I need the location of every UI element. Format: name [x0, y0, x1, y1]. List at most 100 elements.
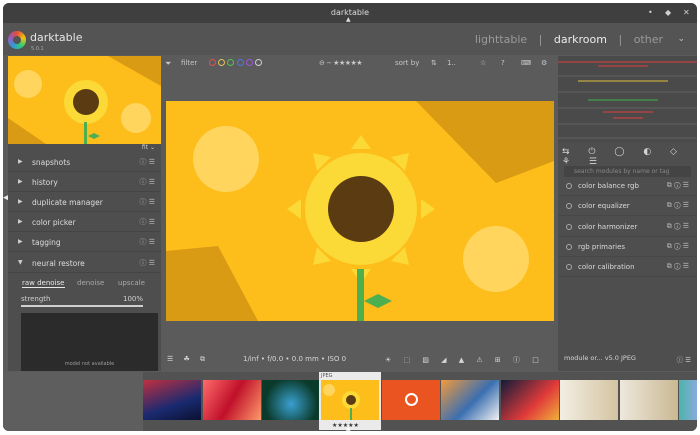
view-lighttable[interactable]: lighttable: [475, 33, 527, 46]
tab-denoise[interactable]: denoise: [77, 279, 104, 287]
module-color-harmonizer[interactable]: color harmonizer ⧉ ⓘ ☰: [558, 218, 697, 237]
module-menu-icons[interactable]: ⧉ ⓘ ☰: [667, 262, 689, 271]
module-toggle-icon[interactable]: [566, 244, 572, 250]
collapsed-arrow-icon: ▶: [18, 238, 23, 245]
right-panel: ⇆ ⏻ ◯ ◐ ◇ ⚘ ☰ search modules by name or …: [558, 56, 697, 371]
module-color-balance-rgb[interactable]: color balance rgb ⧉ ⓘ ☰: [558, 177, 697, 196]
navigation-thumbnail[interactable]: [8, 56, 161, 144]
filter-funnel-icon[interactable]: ⏷: [165, 59, 171, 69]
keyboard-icon[interactable]: ⌨: [521, 59, 531, 67]
filmstrip-thumb[interactable]: [501, 380, 559, 420]
module-label: tagging: [32, 238, 61, 247]
module-tagging[interactable]: ▶ tagging ⓘ ☰: [8, 233, 161, 252]
collapsed-arrow-icon: ▶: [18, 158, 23, 165]
gray-label-icon[interactable]: [255, 59, 263, 66]
window-titlebar: darktable ▲ • ◆ ✕: [3, 3, 697, 23]
expand-arrow-icon[interactable]: ▲: [346, 16, 351, 23]
collapsed-arrow-icon: ▶: [18, 178, 23, 185]
module-menu-icons[interactable]: ⓘ ☰: [139, 197, 155, 207]
module-snapshots[interactable]: ▶ snapshots ⓘ ☰: [8, 153, 161, 172]
zoom-fit-label[interactable]: fit ⌄: [142, 144, 155, 151]
yellow-label-icon[interactable]: [218, 59, 226, 66]
filmstrip-thumb[interactable]: [441, 380, 499, 420]
module-menu-icons[interactable]: ⓘ ☰: [139, 177, 155, 187]
filmstrip-thumb[interactable]: [262, 380, 320, 420]
strength-slider-bar[interactable]: [21, 305, 143, 307]
filter-label[interactable]: filter: [181, 59, 197, 67]
filmstrip-thumb[interactable]: [143, 380, 201, 420]
filmstrip-selected-frame[interactable]: JPEG ★★★★★: [319, 372, 381, 430]
view-separator: |: [538, 33, 543, 46]
denoise-preview-area: model not available: [21, 313, 158, 371]
left-panel: fit ⌄ ▶ snapshots ⓘ ☰ ▶ history ⓘ ☰ ▶ du…: [8, 56, 161, 371]
sort-direction-icon[interactable]: ⇅: [431, 59, 437, 67]
view-other[interactable]: other: [634, 33, 663, 46]
red-label-icon[interactable]: [209, 59, 216, 66]
module-toggle-icon[interactable]: [566, 183, 572, 189]
green-label-icon[interactable]: [227, 59, 235, 66]
view-separator: |: [618, 33, 623, 46]
bottom-right-icons[interactable]: ☀ ⬚ ▨ ◢ ▲ ⚠ ⊞ Ⓘ □: [385, 355, 544, 365]
filmstrip-thumb[interactable]: [203, 380, 261, 420]
close-button[interactable]: ✕: [683, 8, 690, 17]
blue-label-icon[interactable]: [236, 59, 244, 66]
star-rating-filter[interactable]: ⊖ − ★★★★★: [319, 59, 363, 67]
chevron-down-icon[interactable]: ⌄: [677, 34, 685, 44]
star-icon[interactable]: ☆: [480, 59, 486, 67]
module-history[interactable]: ▶ history ⓘ ☰: [8, 173, 161, 192]
module-color-equalizer[interactable]: color equalizer ⧉ ⓘ ☰: [558, 197, 697, 216]
color-label-filters[interactable]: [209, 59, 263, 68]
maximize-button[interactable]: ◆: [665, 8, 671, 17]
module-rgb-primaries[interactable]: rgb primaries ⧉ ⓘ ☰: [558, 238, 697, 257]
module-label: duplicate manager: [32, 198, 103, 207]
image-circle-right: [463, 226, 529, 292]
tab-upscale[interactable]: upscale: [118, 279, 145, 287]
sort-value[interactable]: 1..: [447, 59, 456, 67]
module-toggle-icon[interactable]: [566, 224, 572, 230]
expanded-arrow-icon: ▼: [18, 259, 23, 266]
module-duplicate-manager[interactable]: ▶ duplicate manager ⓘ ☰: [8, 193, 161, 212]
help-icon[interactable]: ?: [501, 59, 505, 67]
module-menu-icons[interactable]: ⧉ ⓘ ☰: [667, 181, 689, 190]
module-menu-icons[interactable]: ⓘ ☰: [139, 237, 155, 247]
app-version: 5.0.1: [31, 46, 44, 52]
sort-label: sort by: [395, 59, 420, 67]
gear-icon[interactable]: ⚙: [541, 59, 547, 67]
darktable-logo: [8, 31, 26, 49]
filmstrip-thumb[interactable]: [560, 380, 618, 420]
selected-thumb-image: [321, 380, 379, 420]
filmstrip-empty-area: [3, 372, 143, 431]
collapse-filmstrip-icon[interactable]: ▲: [346, 425, 351, 431]
tab-raw-denoise[interactable]: raw denoise: [22, 279, 65, 288]
bottom-left-icons[interactable]: ☰ ☘ ⧉: [167, 355, 209, 364]
module-search-input[interactable]: search modules by name or tag: [564, 166, 691, 177]
status-menu-icons[interactable]: ⓘ ☰: [677, 354, 691, 364]
purple-label-icon[interactable]: [245, 59, 253, 66]
module-menu-icons[interactable]: ⧉ ⓘ ☰: [667, 242, 689, 251]
strength-slider[interactable]: strength 100%: [21, 295, 143, 303]
module-status-text: module or... v5.0 JPEG: [564, 354, 636, 362]
module-group-tabs[interactable]: ⇆ ⏻ ◯ ◐ ◇ ⚘ ☰: [558, 144, 697, 167]
module-menu-icons[interactable]: ⓘ ☰: [139, 258, 155, 268]
module-menu-icons[interactable]: ⧉ ⓘ ☰: [667, 222, 689, 231]
app-name: darktable: [30, 31, 83, 44]
module-color-picker[interactable]: ▶ color picker ⓘ ☰: [8, 213, 161, 232]
module-group-icons[interactable]: ⇆ ⏻ ◯ ◐ ◇ ⚘ ☰: [562, 147, 697, 167]
histogram[interactable]: [558, 56, 697, 142]
filmstrip-thumb[interactable]: [620, 380, 678, 420]
module-label: color equalizer: [578, 202, 630, 210]
module-menu-icons[interactable]: ⧉ ⓘ ☰: [667, 201, 689, 210]
filmstrip-thumb[interactable]: [679, 380, 697, 420]
view-darkroom[interactable]: darkroom: [554, 33, 607, 46]
module-toggle-icon[interactable]: [566, 264, 572, 270]
module-neural-restore[interactable]: ▼ neural restore ⓘ ☰: [8, 254, 161, 273]
module-toggle-icon[interactable]: [566, 203, 572, 209]
image-canvas[interactable]: [166, 101, 554, 321]
fit-text: fit: [141, 144, 149, 151]
module-menu-icons[interactable]: ⓘ ☰: [139, 157, 155, 167]
module-menu-icons[interactable]: ⓘ ☰: [139, 217, 155, 227]
view-switcher: lighttable | darkroom | other: [471, 33, 667, 46]
module-color-calibration[interactable]: color calibration ⧉ ⓘ ☰: [558, 258, 697, 277]
filmstrip-thumb[interactable]: [382, 380, 440, 420]
minimize-button[interactable]: •: [648, 8, 653, 17]
